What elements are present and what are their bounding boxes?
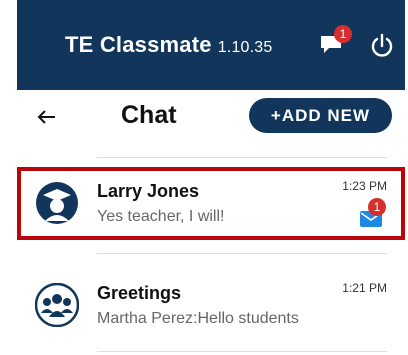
chat-item-larry-jones[interactable]: Larry Jones Yes teacher, I will! 1:23 PM… <box>17 163 405 253</box>
teacher-avatar-icon <box>36 182 78 224</box>
unread-badge: 1 <box>368 198 386 216</box>
chat-name: Greetings <box>97 283 182 303</box>
chat-notifications-button[interactable]: 1 <box>319 25 352 56</box>
app-version: 1.10.35 <box>217 39 273 56</box>
chat-time: 1:21 PM <box>342 281 387 295</box>
power-icon <box>371 33 393 57</box>
chat-name: Larry Jones <box>97 181 200 201</box>
group-avatar-icon <box>35 283 79 327</box>
add-new-button[interactable]: +ADD NEW <box>249 98 392 133</box>
chat-badge: 1 <box>334 25 352 43</box>
chat-header: Chat +ADD NEW <box>17 90 405 145</box>
page-title: Chat <box>121 101 177 129</box>
divider <box>97 157 387 158</box>
app-frame: TE Classmate 1.10.35 1 Chat +ADD NEW Lar… <box>17 0 405 355</box>
app-name: TE Classmate <box>65 32 212 57</box>
back-arrow-icon <box>37 110 55 124</box>
chat-preview: Yes teacher, I will! <box>97 208 225 225</box>
power-button[interactable] <box>369 33 395 59</box>
chat-time: 1:23 PM <box>342 179 387 193</box>
app-bar: TE Classmate 1.10.35 1 <box>17 0 405 90</box>
divider <box>97 253 387 254</box>
chat-item-greetings[interactable]: Greetings Martha Perez:Hello students 1:… <box>17 265 405 355</box>
chat-preview: Martha Perez:Hello students <box>97 310 299 327</box>
back-button[interactable] <box>35 105 59 129</box>
app-title: TE Classmate 1.10.35 <box>65 32 273 58</box>
chat-list: Larry Jones Yes teacher, I will! 1:23 PM… <box>17 145 405 355</box>
divider <box>97 351 387 352</box>
